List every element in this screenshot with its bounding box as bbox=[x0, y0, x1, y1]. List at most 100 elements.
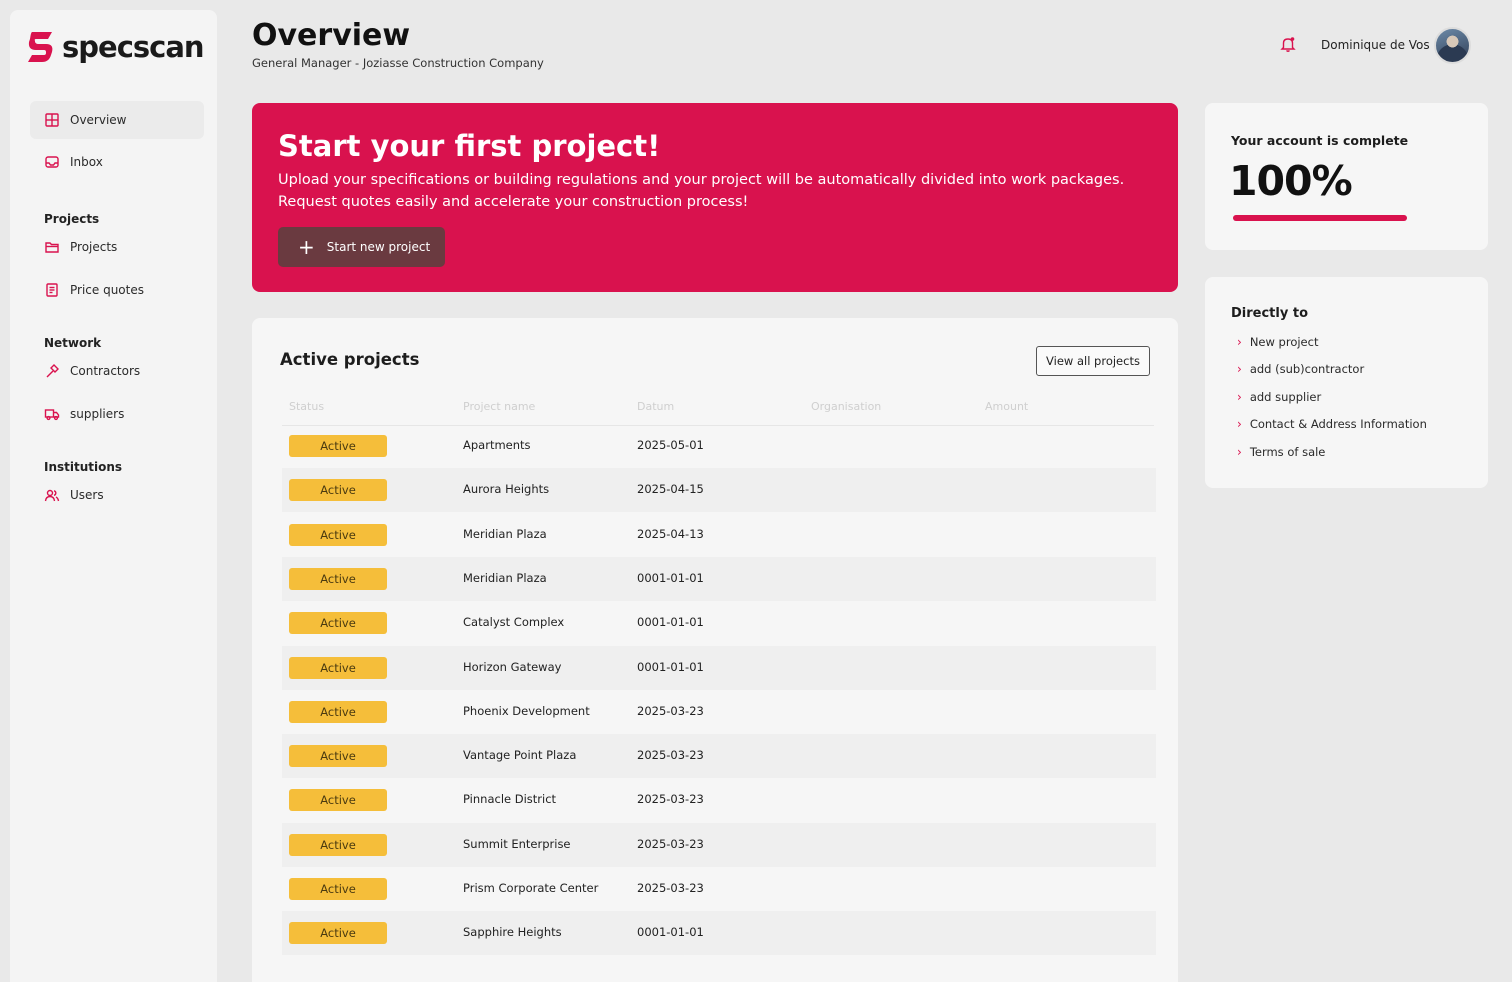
status-badge: Active bbox=[289, 833, 387, 856]
quick-link-label: add (sub)contractor bbox=[1249, 362, 1365, 376]
account-completion-card: Your account is complete 100% bbox=[1205, 103, 1488, 250]
project-date-cell: 2025-03-23 bbox=[637, 748, 704, 763]
sidebar-item-users[interactable]: Users bbox=[30, 476, 204, 514]
brand-name: specscan bbox=[62, 30, 205, 64]
status-badge: Active bbox=[289, 523, 387, 546]
status-badge: Active bbox=[289, 612, 387, 635]
column-header-date[interactable]: Datum bbox=[637, 400, 674, 413]
status-badge: Active bbox=[289, 878, 387, 900]
column-header-amount[interactable]: Amount bbox=[985, 400, 1028, 413]
user-name[interactable]: Dominique de Vos bbox=[1321, 38, 1430, 52]
plus-icon: + bbox=[298, 235, 315, 259]
project-name-cell: Meridian Plaza bbox=[463, 526, 547, 541]
quick-link-terms-of-sale[interactable]: › Terms of sale bbox=[1237, 445, 1325, 459]
project-date-cell: 2025-03-23 bbox=[637, 792, 704, 807]
sidebar-heading-network: Network bbox=[44, 336, 102, 350]
quick-links-title: Directly to bbox=[1231, 306, 1308, 321]
status-badge: Active bbox=[289, 700, 387, 723]
sidebar-item-price-quotes[interactable]: Price quotes bbox=[30, 271, 204, 309]
project-name-cell: Aurora Heights bbox=[463, 482, 550, 497]
table-row[interactable]: Active Summit Enterprise 2025-03-23 bbox=[282, 822, 1156, 867]
sidebar-item-contractors[interactable]: Contractors bbox=[30, 352, 204, 390]
table-row[interactable]: Active Prism Corporate Center 2025-03-23 bbox=[282, 867, 1156, 911]
chevron-right-icon: › bbox=[1237, 362, 1242, 376]
sidebar-item-inbox[interactable]: Inbox bbox=[30, 143, 204, 181]
account-progress-bar bbox=[1233, 215, 1407, 221]
hammer-icon bbox=[46, 364, 59, 378]
project-name-cell: Sapphire Heights bbox=[463, 925, 562, 940]
brand-logo[interactable]: specscan bbox=[26, 30, 205, 64]
users-icon bbox=[44, 489, 60, 502]
sidebar-item-overview[interactable]: Overview bbox=[30, 101, 204, 139]
table-row[interactable]: Active Catalyst Complex 0001-01-01 bbox=[282, 601, 1156, 645]
sidebar-item-label: Projects bbox=[70, 240, 118, 254]
project-date-cell: 2025-03-23 bbox=[637, 836, 704, 851]
quick-link-label: Terms of sale bbox=[1249, 445, 1326, 459]
project-date-cell: 2025-03-23 bbox=[637, 703, 704, 718]
view-all-projects-button[interactable]: View all projects bbox=[1036, 346, 1150, 376]
start-new-project-button[interactable]: + Start new project bbox=[278, 227, 445, 267]
sidebar-item-label: Inbox bbox=[70, 155, 103, 169]
status-badge: Active bbox=[289, 479, 387, 502]
project-date-cell: 0001-01-01 bbox=[637, 570, 704, 585]
sidebar-item-label: Contractors bbox=[70, 364, 141, 378]
quick-link-label: New project bbox=[1249, 335, 1319, 349]
project-name-cell: Vantage Point Plaza bbox=[463, 748, 577, 763]
project-name-cell: Horizon Gateway bbox=[463, 659, 562, 674]
account-progress-fill bbox=[1233, 215, 1407, 221]
quick-link-label: add supplier bbox=[1249, 390, 1322, 404]
table-row[interactable]: Active Meridian Plaza 0001-01-01 bbox=[282, 556, 1156, 601]
specscan-logo-icon bbox=[28, 32, 53, 62]
column-header-project-name[interactable]: Project name bbox=[463, 400, 535, 413]
active-projects-card: Active projects View all projects Status… bbox=[252, 318, 1178, 982]
chevron-right-icon: › bbox=[1237, 417, 1242, 431]
project-date-cell: 0001-01-01 bbox=[637, 659, 704, 674]
quick-link-add-subcontractor[interactable]: › add (sub)contractor bbox=[1237, 362, 1364, 376]
project-date-cell: 0001-01-01 bbox=[637, 925, 704, 940]
status-badge: Active bbox=[289, 435, 387, 457]
project-date-cell: 2025-04-15 bbox=[637, 482, 704, 497]
sidebar-heading-institutions: Institutions bbox=[44, 460, 123, 474]
quick-link-contact-address[interactable]: › Contact & Address Information bbox=[1237, 417, 1427, 431]
sidebar-item-label: suppliers bbox=[70, 407, 125, 421]
banner-text: Upload your specifications or building r… bbox=[278, 172, 1125, 210]
quick-link-label: Contact & Address Information bbox=[1249, 417, 1427, 431]
start-new-project-label: Start new project bbox=[326, 240, 431, 254]
quick-links-card: Directly to › New project › add (sub)con… bbox=[1205, 277, 1488, 488]
quick-link-add-supplier[interactable]: › add supplier bbox=[1237, 390, 1321, 404]
truck-icon bbox=[44, 409, 60, 421]
column-header-organisation[interactable]: Organisation bbox=[811, 400, 881, 413]
sidebar-item-projects[interactable]: Projects bbox=[30, 228, 204, 266]
notification-bell-icon[interactable] bbox=[1279, 35, 1297, 53]
table-row[interactable]: Active Apartments 2025-05-01 bbox=[282, 424, 1156, 468]
project-name-cell: Meridian Plaza bbox=[463, 570, 547, 585]
sidebar-item-suppliers[interactable]: suppliers bbox=[30, 395, 204, 433]
page-title: Overview bbox=[252, 18, 411, 53]
table-row[interactable]: Active Meridian Plaza 2025-04-13 bbox=[282, 513, 1156, 557]
project-name-cell: Catalyst Complex bbox=[463, 615, 565, 630]
sidebar-heading-projects: Projects bbox=[44, 212, 100, 226]
table-row[interactable]: Active Pinnacle District 2025-03-23 bbox=[282, 778, 1156, 822]
table-header: Status Project name Datum Organisation A… bbox=[282, 398, 1154, 426]
start-project-banner: Start your first project! Upload your sp… bbox=[252, 103, 1178, 292]
document-icon bbox=[46, 283, 58, 297]
status-badge: Active bbox=[289, 745, 387, 768]
status-badge: Active bbox=[289, 789, 387, 812]
table-row[interactable]: Active Sapphire Heights 0001-01-01 bbox=[282, 911, 1156, 956]
status-badge: Active bbox=[289, 656, 387, 679]
sidebar-item-label: Price quotes bbox=[70, 283, 144, 297]
project-name-cell: Apartments bbox=[463, 438, 531, 452]
avatar[interactable] bbox=[1434, 27, 1471, 64]
project-name-cell: Prism Corporate Center bbox=[463, 881, 599, 895]
table-row[interactable]: Active Vantage Point Plaza 2025-03-23 bbox=[282, 734, 1156, 779]
status-badge: Active bbox=[289, 922, 387, 945]
table-row[interactable]: Active Horizon Gateway 0001-01-01 bbox=[282, 645, 1156, 690]
sidebar: specscan Overview Inbox Projects Project… bbox=[10, 10, 217, 982]
active-projects-title: Active projects bbox=[280, 350, 420, 369]
table-row[interactable]: Active Phoenix Development 2025-03-23 bbox=[282, 690, 1156, 734]
chevron-right-icon: › bbox=[1237, 445, 1242, 459]
table-row[interactable]: Active Aurora Heights 2025-04-15 bbox=[282, 468, 1156, 513]
quick-link-new-project[interactable]: › New project bbox=[1237, 335, 1318, 349]
chevron-right-icon: › bbox=[1237, 390, 1242, 404]
column-header-status[interactable]: Status bbox=[289, 400, 324, 413]
